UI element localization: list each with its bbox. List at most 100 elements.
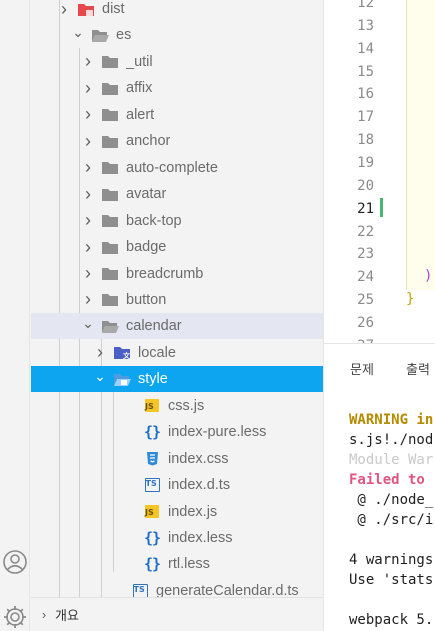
- bottom-panel: 문제 출력 WARNING in s.js!./nod Module War Fail…: [323, 343, 435, 631]
- tree-item[interactable]: JS index.js: [31, 499, 323, 525]
- tree-item[interactable]: {} rtl.less: [31, 551, 323, 577]
- tree-item-label: avatar: [126, 186, 167, 203]
- tree-item-label: button: [126, 291, 167, 308]
- line-number: 15: [357, 63, 374, 80]
- tree-item-label: _util: [126, 53, 153, 70]
- tree-item[interactable]: › button: [31, 287, 323, 313]
- file-explorer: › dist ⌄ es › _util › affix › alert › anchor › auto-c…: [31, 0, 323, 597]
- code-closing-paren: ): [424, 268, 433, 284]
- gear-icon[interactable]: [2, 604, 28, 630]
- chevron-right-icon[interactable]: ›: [81, 104, 95, 124]
- chevron-down-icon[interactable]: ⌄: [93, 368, 107, 384]
- terminal-line: 4 warnings: [349, 552, 434, 568]
- folder-locale-icon: 文: [113, 345, 131, 361]
- terminal-line: @ ./src/i: [349, 512, 434, 528]
- css-file-icon: [143, 451, 161, 467]
- chevron-right-icon[interactable]: ›: [81, 157, 95, 177]
- chevron-right-icon: ›: [41, 607, 47, 622]
- tree-item[interactable]: › breadcrumb: [31, 261, 323, 287]
- tree-item-label: style: [138, 371, 168, 388]
- tree-item-label: dist: [102, 1, 125, 17]
- code-editor[interactable]: ) } 12131415161718192021222324252627: [323, 0, 435, 343]
- chevron-right-icon[interactable]: ›: [81, 131, 95, 151]
- tree-item[interactable]: › back-top: [31, 208, 323, 234]
- folder-icon: [101, 186, 119, 202]
- tree-item[interactable]: › dist: [31, 0, 323, 22]
- chevron-right-icon[interactable]: ›: [81, 184, 95, 204]
- line-number: 20: [357, 177, 374, 194]
- folder-dist-icon: [77, 1, 95, 17]
- less-file-icon: {}: [143, 555, 161, 574]
- chevron-right-icon[interactable]: ›: [81, 210, 95, 230]
- code-closing-brace: }: [406, 291, 415, 307]
- terminal-line: Module War: [349, 452, 434, 468]
- terminal-line: Use 'stats: [349, 572, 434, 588]
- tree-item[interactable]: TS index.d.ts: [31, 472, 323, 498]
- tree-item[interactable]: JS css.js: [31, 393, 323, 419]
- tree-item[interactable]: › alert: [31, 102, 323, 128]
- tree-item-label: calendar: [126, 318, 182, 335]
- tree-item[interactable]: ⌄ calendar: [31, 313, 323, 340]
- folder-icon: [101, 213, 119, 229]
- folder-icon: [101, 239, 119, 255]
- line-number: 19: [357, 154, 374, 171]
- tree-item-label: index-pure.less: [168, 424, 267, 441]
- chevron-right-icon[interactable]: ›: [81, 289, 95, 309]
- tree-item[interactable]: › _util: [31, 49, 323, 75]
- tree-item[interactable]: index.css: [31, 446, 323, 472]
- less-file-icon: {}: [143, 529, 161, 547]
- terminal-line: s.js!./nod: [349, 432, 434, 448]
- tree-item[interactable]: › 文 locale: [31, 340, 323, 366]
- outline-label: 개요: [55, 608, 79, 623]
- folder-icon: [101, 133, 119, 149]
- tree-item[interactable]: › anchor: [31, 128, 323, 154]
- line-number: 14: [357, 40, 374, 57]
- less-file-icon: {}: [143, 423, 161, 442]
- chevron-down-icon[interactable]: ⌄: [71, 24, 85, 40]
- tree-item-label: affix: [126, 80, 153, 97]
- tree-item-label: back-top: [126, 212, 182, 229]
- tree-item-label: breadcrumb: [126, 265, 204, 282]
- tree-item[interactable]: {} index.less: [31, 525, 323, 551]
- folder-open-icon: [91, 27, 109, 43]
- tree-item-label: index.less: [168, 530, 233, 546]
- tree-item[interactable]: › auto-complete: [31, 155, 323, 181]
- tree-item-label: anchor: [126, 133, 171, 150]
- chevron-right-icon[interactable]: ›: [57, 0, 71, 19]
- tree-item-label: generateCalendar.d.ts: [156, 582, 299, 597]
- tree-item[interactable]: ⌄ es: [31, 22, 323, 48]
- account-icon[interactable]: [2, 549, 28, 575]
- tree-item[interactable]: ⌄ style: [31, 366, 323, 393]
- folder-icon: [101, 292, 119, 308]
- typescript-file-icon: TS: [143, 477, 161, 493]
- chevron-down-icon[interactable]: ⌄: [81, 315, 95, 331]
- line-number: 13: [357, 17, 374, 34]
- outline-section-header[interactable]: › 개요: [31, 597, 323, 631]
- chevron-right-icon[interactable]: ›: [81, 263, 95, 283]
- tab-problems[interactable]: 문제: [350, 359, 374, 378]
- folder-icon: [101, 160, 119, 176]
- tree-item-label: rtl.less: [168, 556, 210, 573]
- tab-output[interactable]: 출력: [406, 359, 430, 378]
- tree-item-label: alert: [126, 106, 155, 123]
- tree-item-label: es: [116, 27, 132, 44]
- chevron-right-icon[interactable]: ›: [81, 78, 95, 98]
- folder-icon: [101, 80, 119, 96]
- tree-item[interactable]: TS generateCalendar.d.ts: [31, 578, 323, 597]
- terminal-line: @ ./node_: [349, 492, 434, 508]
- line-number: 18: [357, 132, 374, 149]
- terminal-line: webpack 5.: [349, 612, 434, 628]
- line-number: 21: [357, 200, 374, 217]
- tree-item[interactable]: › affix: [31, 75, 323, 101]
- tree-item[interactable]: › badge: [31, 234, 323, 260]
- tree-item[interactable]: {} index-pure.less: [31, 419, 323, 445]
- line-number: 23: [357, 246, 374, 263]
- chevron-right-icon[interactable]: ›: [81, 237, 95, 257]
- tree-item-label: badge: [126, 239, 167, 256]
- chevron-right-icon[interactable]: ›: [81, 51, 95, 71]
- tree-item[interactable]: › avatar: [31, 181, 323, 207]
- bracket-highlight-region: [406, 0, 435, 290]
- chevron-right-icon[interactable]: ›: [93, 342, 107, 362]
- terminal-line: Failed to: [349, 472, 425, 488]
- tree-item-label: index.js: [168, 503, 218, 520]
